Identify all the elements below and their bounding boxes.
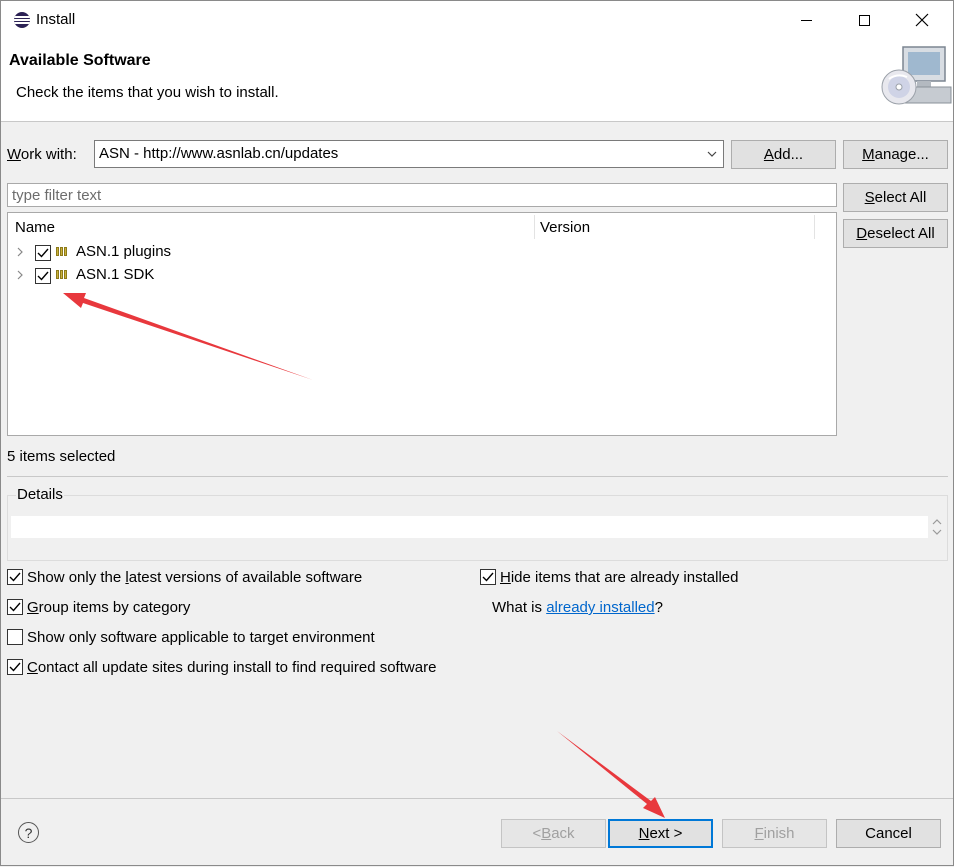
deselect-all-button[interactable]: Deselect All <box>843 219 948 248</box>
page-title: Available Software <box>9 52 151 69</box>
tree-header: Name Version <box>8 213 836 241</box>
what-is-text: What is <box>492 599 547 616</box>
close-button[interactable] <box>899 1 945 39</box>
checkmark-icon <box>9 572 21 582</box>
finish-button[interactable]: Finish <box>722 819 827 848</box>
feature-icon <box>56 270 70 279</box>
select-all-button[interactable]: Select All <box>843 183 948 212</box>
chevron-right-icon[interactable] <box>16 247 24 257</box>
title-bar: Install <box>1 1 953 39</box>
selection-status: 5 items selected <box>7 448 116 465</box>
checkmark-icon <box>482 572 494 582</box>
back-button[interactable]: < Back <box>501 819 606 848</box>
next-button[interactable]: Next > <box>608 819 713 848</box>
item-checkbox[interactable] <box>35 245 51 261</box>
hide-installed-checkbox[interactable] <box>480 569 496 585</box>
column-name[interactable]: Name <box>15 219 55 236</box>
latest-versions-checkbox[interactable] <box>7 569 23 585</box>
column-version[interactable]: Version <box>540 219 590 236</box>
install-wizard-icon <box>881 46 952 105</box>
column-divider <box>534 215 535 239</box>
page-description: Check the items that you wish to install… <box>16 84 279 101</box>
manage-button[interactable]: Manage... <box>843 140 948 169</box>
column-divider <box>814 215 815 239</box>
chevron-down-icon <box>707 151 717 157</box>
minimize-icon <box>800 19 812 21</box>
target-environment-label[interactable]: Show only software applicable to target … <box>27 629 375 646</box>
work-with-combo[interactable]: ASN - http://www.asnlab.cn/updates <box>94 140 724 168</box>
maximize-icon <box>858 14 870 26</box>
tree-row[interactable]: ASN.1 SDK <box>8 264 836 287</box>
help-icon[interactable]: ? <box>18 822 39 843</box>
group-by-category-checkbox[interactable] <box>7 599 23 615</box>
window-title: Install <box>36 11 76 28</box>
details-text[interactable] <box>11 516 928 538</box>
tree-row[interactable]: ASN.1 plugins <box>8 241 836 264</box>
hide-installed-label[interactable]: Hide items that are already installed <box>500 569 738 586</box>
contact-sites-label[interactable]: Contact all update sites during install … <box>27 659 436 676</box>
work-with-value: ASN - http://www.asnlab.cn/updates <box>99 145 339 162</box>
close-icon <box>915 13 929 27</box>
target-environment-checkbox[interactable] <box>7 629 23 645</box>
annotation-arrow-next <box>557 731 665 818</box>
footer-divider <box>1 798 953 799</box>
details-label: Details <box>16 486 64 503</box>
add-button[interactable]: Add... <box>731 140 836 169</box>
eclipse-icon <box>14 12 30 28</box>
chevron-right-icon[interactable] <box>16 270 24 280</box>
latest-versions-label[interactable]: Show only the latest versions of availab… <box>27 569 362 586</box>
scroll-arrows-icon[interactable] <box>930 516 944 538</box>
checkmark-icon <box>37 248 49 258</box>
details-group: Details <box>7 486 948 561</box>
maximize-button[interactable] <box>841 1 887 39</box>
minimize-button[interactable] <box>783 1 829 39</box>
divider <box>7 476 948 477</box>
checkmark-icon <box>9 662 21 672</box>
filter-input[interactable] <box>7 183 837 207</box>
software-tree[interactable]: Name Version ASN.1 plugins ASN.1 SDK <box>7 212 837 436</box>
feature-icon <box>56 247 70 256</box>
cancel-button[interactable]: Cancel <box>836 819 941 848</box>
item-label: ASN.1 SDK <box>76 266 155 283</box>
item-checkbox[interactable] <box>35 268 51 284</box>
install-dialog: Install Available Software Check the ite… <box>0 0 954 866</box>
work-with-label: Work with: <box>7 146 77 163</box>
group-by-category-label[interactable]: Group items by category <box>27 599 190 616</box>
wizard-banner: Available Software Check the items that … <box>1 39 953 122</box>
already-installed-link[interactable]: already installed <box>546 599 654 616</box>
checkmark-icon <box>9 602 21 612</box>
item-label: ASN.1 plugins <box>76 243 172 260</box>
checkmark-icon <box>37 271 49 281</box>
what-is-suffix: ? <box>654 599 663 616</box>
contact-sites-checkbox[interactable] <box>7 659 23 675</box>
already-installed-line: What is already installed? <box>492 599 663 616</box>
